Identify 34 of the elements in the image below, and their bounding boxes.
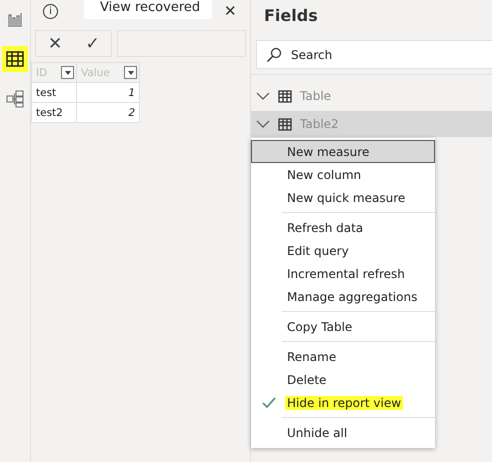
menu-item[interactable]: Incremental refresh — [251, 262, 435, 285]
menu-item[interactable]: New column — [251, 163, 435, 186]
bar-chart-icon[interactable] — [7, 11, 23, 27]
banner-label: View recovered — [84, 0, 212, 19]
table-icon — [278, 90, 292, 102]
filter-dropdown-icon[interactable] — [61, 66, 74, 79]
menu-item[interactable]: Refresh data — [251, 216, 435, 239]
table-cell: test2 — [32, 102, 76, 122]
chevron-icon[interactable] — [256, 119, 270, 129]
filter-dropdown-icon[interactable] — [124, 66, 137, 79]
menu-item[interactable]: Delete — [251, 368, 435, 391]
menu-item[interactable]: Unhide all — [251, 421, 435, 444]
table-cell: 2 — [76, 102, 140, 122]
chevron-icon[interactable] — [256, 91, 270, 101]
close-button[interactable]: ✕ — [224, 2, 237, 20]
menu-item[interactable]: New quick measure — [251, 186, 435, 209]
panel-title: Fields — [264, 6, 319, 25]
checkmark-icon — [262, 397, 276, 408]
menu-item[interactable]: Rename — [251, 345, 435, 368]
menu-item[interactable]: Edit query — [251, 239, 435, 262]
table-icon — [278, 118, 292, 130]
table-cell: 1 — [76, 82, 140, 102]
menu-item[interactable]: Copy Table — [251, 315, 435, 338]
search-icon — [266, 47, 282, 63]
menu-item[interactable]: Manage aggregations — [251, 285, 435, 308]
commit-button[interactable]: ✓ — [85, 33, 100, 54]
table-icon[interactable] — [6, 51, 24, 67]
model-icon[interactable] — [6, 90, 24, 108]
info-icon[interactable]: i — [43, 4, 58, 18]
menu-item[interactable]: New measure — [251, 140, 435, 163]
menu-item[interactable]: Hide in report view — [251, 391, 435, 414]
cancel-button[interactable]: ✕ — [48, 33, 62, 54]
table-cell: test — [32, 82, 76, 102]
search-field[interactable]: Search — [256, 40, 492, 69]
